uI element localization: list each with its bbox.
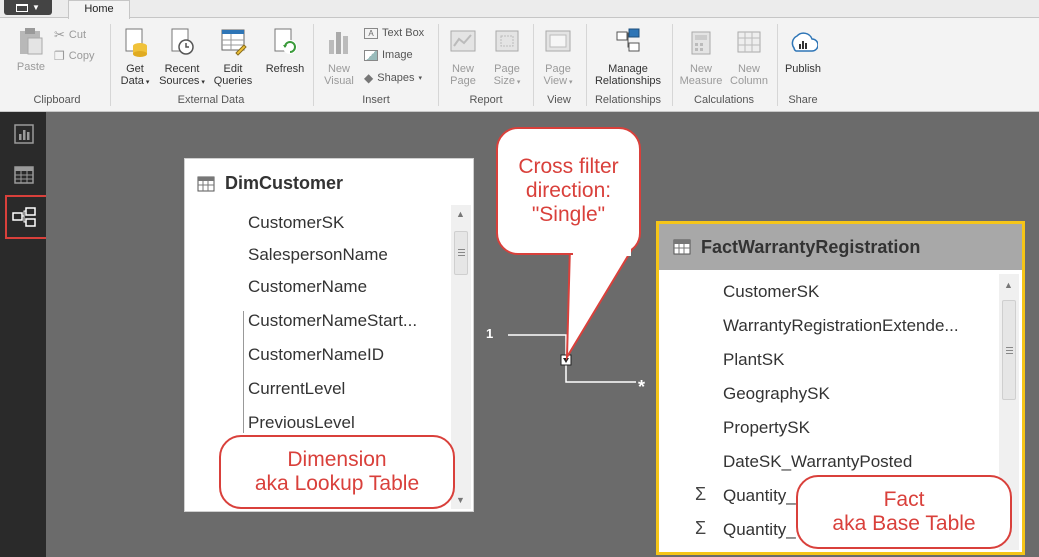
- copy-icon: ❐: [54, 49, 65, 63]
- page-view-button[interactable]: Page View ▾: [538, 26, 578, 89]
- shapes-icon: ◆: [364, 71, 374, 85]
- view-rail: [0, 112, 61, 557]
- group-label-insert: Insert: [362, 94, 390, 106]
- dimension-callout: Dimension aka Lookup Table: [219, 435, 455, 509]
- chevron-down-icon: ▼: [32, 3, 40, 12]
- cut-button[interactable]: ✂ Cut: [54, 27, 86, 43]
- page-view-icon: [545, 30, 571, 52]
- shapes-button[interactable]: ◆ Shapes ▾: [364, 71, 422, 85]
- recent-sources-button[interactable]: Recent Sources ▾: [157, 26, 207, 89]
- group-label-clipboard: Clipboard: [33, 94, 81, 106]
- recent-sources-icon: [171, 28, 194, 55]
- file-menu-button[interactable]: ▼: [4, 0, 52, 15]
- relationships-canvas[interactable]: DimCustomer CustomerSK SalespersonName C…: [46, 112, 1039, 557]
- paste-button[interactable]: Paste: [12, 26, 50, 73]
- chevron-down-icon: ▾: [418, 75, 423, 82]
- ribbon-separator: [777, 24, 778, 106]
- group-label-external-data: External Data: [177, 94, 245, 106]
- data-view-icon: [14, 166, 34, 184]
- new-page-icon: [450, 30, 476, 52]
- data-view-button[interactable]: [6, 157, 42, 193]
- ribbon-separator: [313, 24, 314, 106]
- bar-chart-icon: [329, 32, 348, 54]
- edit-queries-button[interactable]: Edit Queries: [210, 26, 256, 87]
- get-data-button[interactable]: Get Data ▾: [116, 26, 154, 89]
- new-page-button[interactable]: New Page: [444, 26, 482, 87]
- new-measure-button[interactable]: New Measure: [677, 26, 725, 87]
- report-view-button[interactable]: [6, 116, 42, 152]
- chevron-down-icon: ▾: [567, 79, 573, 86]
- new-column-icon: [737, 31, 761, 53]
- group-label-calculations: Calculations: [694, 94, 754, 106]
- ribbon-separator: [533, 24, 534, 106]
- text-box-icon: A: [364, 27, 378, 39]
- ribbon-tab-strip: ▼ Home: [0, 0, 1039, 19]
- chevron-down-icon: ▾: [514, 79, 521, 86]
- fact-callout: Fact aka Base Table: [796, 475, 1012, 549]
- page-size-icon: [495, 30, 519, 52]
- chevron-down-icon: ▾: [199, 79, 205, 86]
- ribbon-separator: [672, 24, 673, 106]
- image-icon: [364, 49, 378, 61]
- group-label-view: View: [547, 94, 571, 106]
- report-view-icon: [14, 124, 34, 144]
- manage-relationships-icon: [616, 28, 640, 52]
- chevron-down-icon: ▾: [143, 79, 150, 86]
- cross-filter-callout: Cross filter direction: "Single": [496, 127, 641, 255]
- new-column-button[interactable]: New Column: [727, 26, 771, 87]
- new-measure-icon: [691, 31, 711, 55]
- image-button[interactable]: Image: [364, 49, 413, 61]
- database-icon: [125, 28, 147, 57]
- paste-icon: [20, 28, 43, 55]
- publish-button[interactable]: Publish: [781, 26, 825, 75]
- edit-queries-icon: [221, 29, 247, 56]
- refresh-button[interactable]: Refresh: [263, 26, 307, 75]
- manage-relationships-button[interactable]: Manage Relationships: [590, 26, 666, 87]
- new-visual-button[interactable]: New Visual: [320, 26, 358, 87]
- callout-pointer-cover: [573, 246, 631, 256]
- tab-home[interactable]: Home: [68, 0, 130, 19]
- ribbon-separator: [438, 24, 439, 106]
- page-size-button[interactable]: Page Size ▾: [487, 26, 527, 89]
- ribbon: ▼ Home Paste ✂ Cut ❐ Copy Clipboard Get …: [0, 0, 1039, 112]
- group-label-relationships: Relationships: [594, 94, 662, 106]
- refresh-icon: [274, 28, 297, 54]
- text-box-button[interactable]: A Text Box: [364, 27, 424, 39]
- file-menu-icon: [16, 3, 29, 12]
- copy-button[interactable]: ❐ Copy: [54, 49, 94, 63]
- scissors-icon: ✂: [54, 27, 65, 42]
- group-label-report: Report: [469, 94, 503, 106]
- publish-icon: [791, 32, 819, 52]
- ribbon-separator: [586, 24, 587, 106]
- ribbon-separator: [110, 24, 111, 106]
- group-label-share: Share: [788, 94, 818, 106]
